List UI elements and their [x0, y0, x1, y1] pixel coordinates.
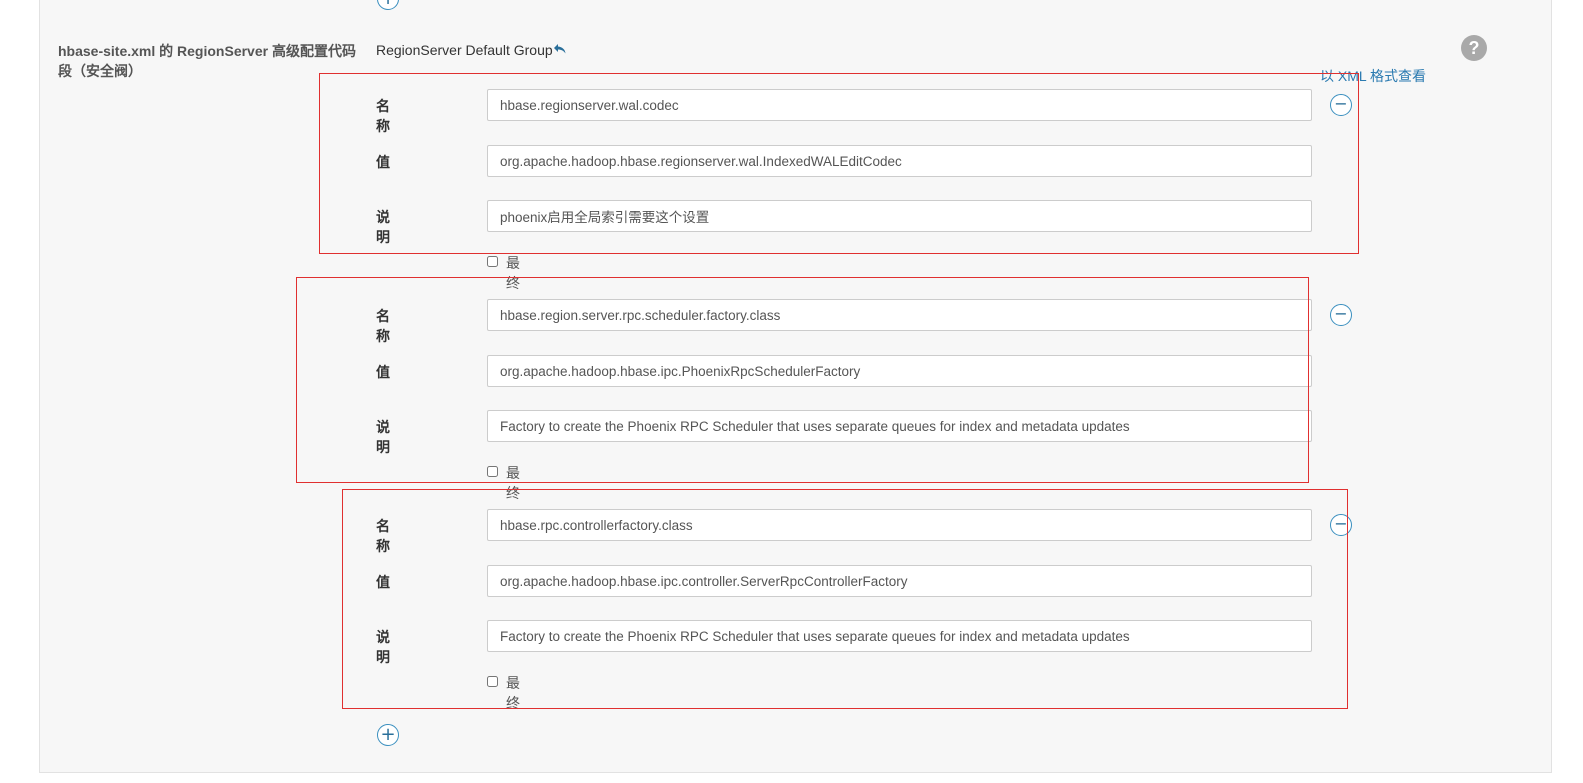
value-label: 值 [376, 364, 390, 380]
revert-icon[interactable] [553, 42, 567, 56]
entry-2-value-input[interactable] [487, 355, 1312, 387]
entry-3-remove-button[interactable]: − [1330, 514, 1352, 536]
value-label: 值 [376, 574, 390, 590]
add-entry-button[interactable]: + [377, 724, 399, 746]
entry-1-description-input[interactable] [487, 200, 1312, 232]
entry-1-remove-button[interactable]: − [1330, 94, 1352, 116]
group-label: RegionServer Default Group [376, 42, 553, 58]
entry-2-description-input[interactable] [487, 410, 1312, 442]
entry-1-value-input[interactable] [487, 145, 1312, 177]
entry-1-name-input[interactable] [487, 89, 1312, 121]
name-label: 名称 [376, 98, 390, 134]
entry-3-description-input[interactable] [487, 620, 1312, 652]
help-icon[interactable]: ? [1461, 35, 1487, 61]
name-label: 名称 [376, 518, 390, 554]
final-label: 最终 [506, 255, 520, 291]
property-label: hbase-site.xml 的 RegionServer 高级配置代码段（安全… [58, 43, 356, 79]
view-as-xml-link[interactable]: 以 XML 格式查看 [1320, 66, 1426, 86]
entry-1-final-checkbox[interactable] [487, 256, 498, 267]
entry-2-final-checkbox[interactable] [487, 466, 498, 477]
description-label: 说明 [376, 419, 390, 455]
description-label: 说明 [376, 629, 390, 665]
value-label: 值 [376, 154, 390, 170]
entry-3-value-input[interactable] [487, 565, 1312, 597]
description-label: 说明 [376, 209, 390, 245]
name-label: 名称 [376, 308, 390, 344]
entry-2-remove-button[interactable]: − [1330, 304, 1352, 326]
entry-2-name-input[interactable] [487, 299, 1312, 331]
final-label: 最终 [506, 675, 520, 711]
entry-3-final-checkbox[interactable] [487, 676, 498, 687]
entry-3-name-input[interactable] [487, 509, 1312, 541]
final-label: 最终 [506, 465, 520, 501]
